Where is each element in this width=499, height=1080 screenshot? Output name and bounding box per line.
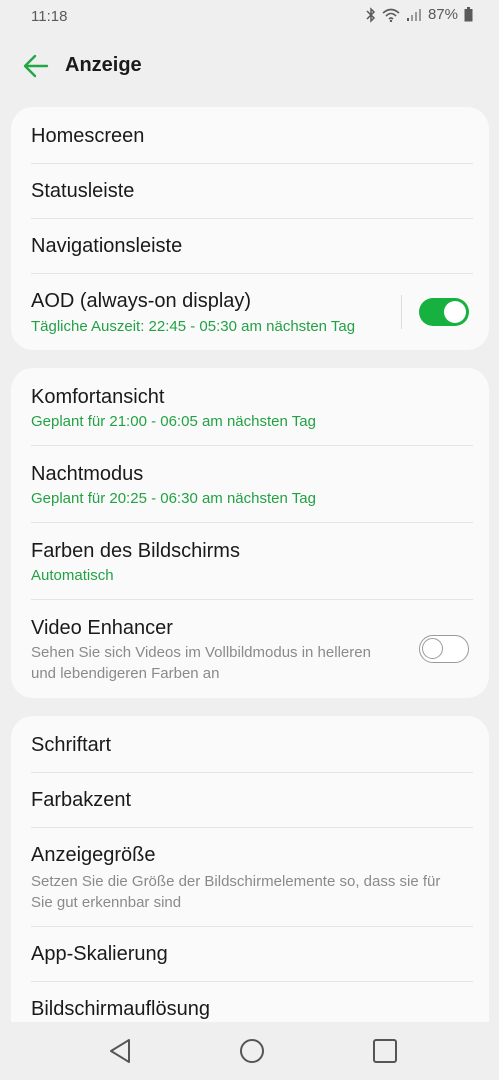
toggle-knob [444,301,466,323]
setting-subtitle: Tägliche Auszeit: 22:45 - 05:30 am nächs… [31,318,356,335]
setting-homescreen[interactable]: Homescreen [11,107,489,163]
back-triangle-icon[interactable] [105,1036,135,1066]
status-icons: 87% [366,6,473,23]
signal-icon [406,8,422,22]
setting-anzeigegroesse[interactable]: Anzeigegröße Setzen Sie die Größe der Bi… [11,827,489,926]
video-enhancer-toggle[interactable] [419,635,469,663]
settings-group-1: Homescreen Statusleiste Navigationsleist… [11,107,489,350]
vertical-divider [401,295,402,329]
setting-subtitle: Geplant für 21:00 - 06:05 am nächsten Ta… [31,413,316,430]
setting-farben-des-bildschirms[interactable]: Farben des Bildschirms Automatisch [11,522,489,599]
settings-group-2: Komfortansicht Geplant für 21:00 - 06:05… [11,368,489,698]
arrow-left-icon[interactable] [22,53,50,79]
settings-group-3: Schriftart Farbakzent Anzeigegröße Setze… [11,716,489,1046]
toggle-switch-off[interactable] [419,635,469,663]
navigation-bar [0,1022,499,1080]
setting-label: Komfortansicht [31,386,165,408]
setting-video-enhancer[interactable]: Video Enhancer Sehen Sie sich Videos im … [11,599,489,698]
setting-app-skalierung[interactable]: App-Skalierung [11,926,489,981]
setting-label: AOD (always-on display) [31,290,252,312]
setting-subtitle: Geplant für 20:25 - 06:30 am nächsten Ta… [31,490,316,507]
toggle-knob [422,638,443,659]
home-circle-icon[interactable] [237,1036,267,1066]
battery-percent: 87% [427,6,458,23]
setting-label: Anzeigegröße [31,844,156,866]
battery-icon [464,7,473,22]
setting-label: Homescreen [31,125,145,147]
setting-statusleiste[interactable]: Statusleiste [11,163,489,218]
setting-label: Schriftart [31,734,112,756]
page-title: Anzeige [65,54,142,76]
recents-square-icon[interactable] [370,1036,400,1066]
setting-label: Navigationsleiste [31,235,183,257]
setting-komfortansicht[interactable]: Komfortansicht Geplant für 21:00 - 06:05… [11,368,489,445]
status-time: 11:18 [31,8,68,25]
setting-label: Farbakzent [31,789,132,811]
setting-navigationsleiste[interactable]: Navigationsleiste [11,218,489,273]
setting-schriftart[interactable]: Schriftart [11,716,489,772]
app-bar: Anzeige [0,44,499,88]
setting-subtitle: Automatisch [31,567,114,584]
setting-description: Sehen Sie sich Videos im Vollbildmodus i… [31,644,371,682]
aod-toggle[interactable] [419,298,469,326]
setting-farbakzent[interactable]: Farbakzent [11,772,489,827]
toggle-switch-on[interactable] [419,298,469,326]
setting-label: Video Enhancer [31,617,173,639]
wifi-icon [382,8,400,22]
setting-label: App-Skalierung [31,943,168,965]
bluetooth-icon [366,6,376,23]
setting-aod[interactable]: AOD (always-on display) Tägliche Auszeit… [11,273,489,350]
setting-label: Farben des Bildschirms [31,540,240,562]
setting-label: Statusleiste [31,180,135,202]
setting-label: Nachtmodus [31,463,144,485]
setting-description: Setzen Sie die Größe der Bildschirmeleme… [31,873,441,911]
setting-label: Bildschirmauflösung [31,998,210,1020]
setting-nachtmodus[interactable]: Nachtmodus Geplant für 20:25 - 06:30 am … [11,445,489,522]
status-bar: 11:18 87% [0,0,499,34]
